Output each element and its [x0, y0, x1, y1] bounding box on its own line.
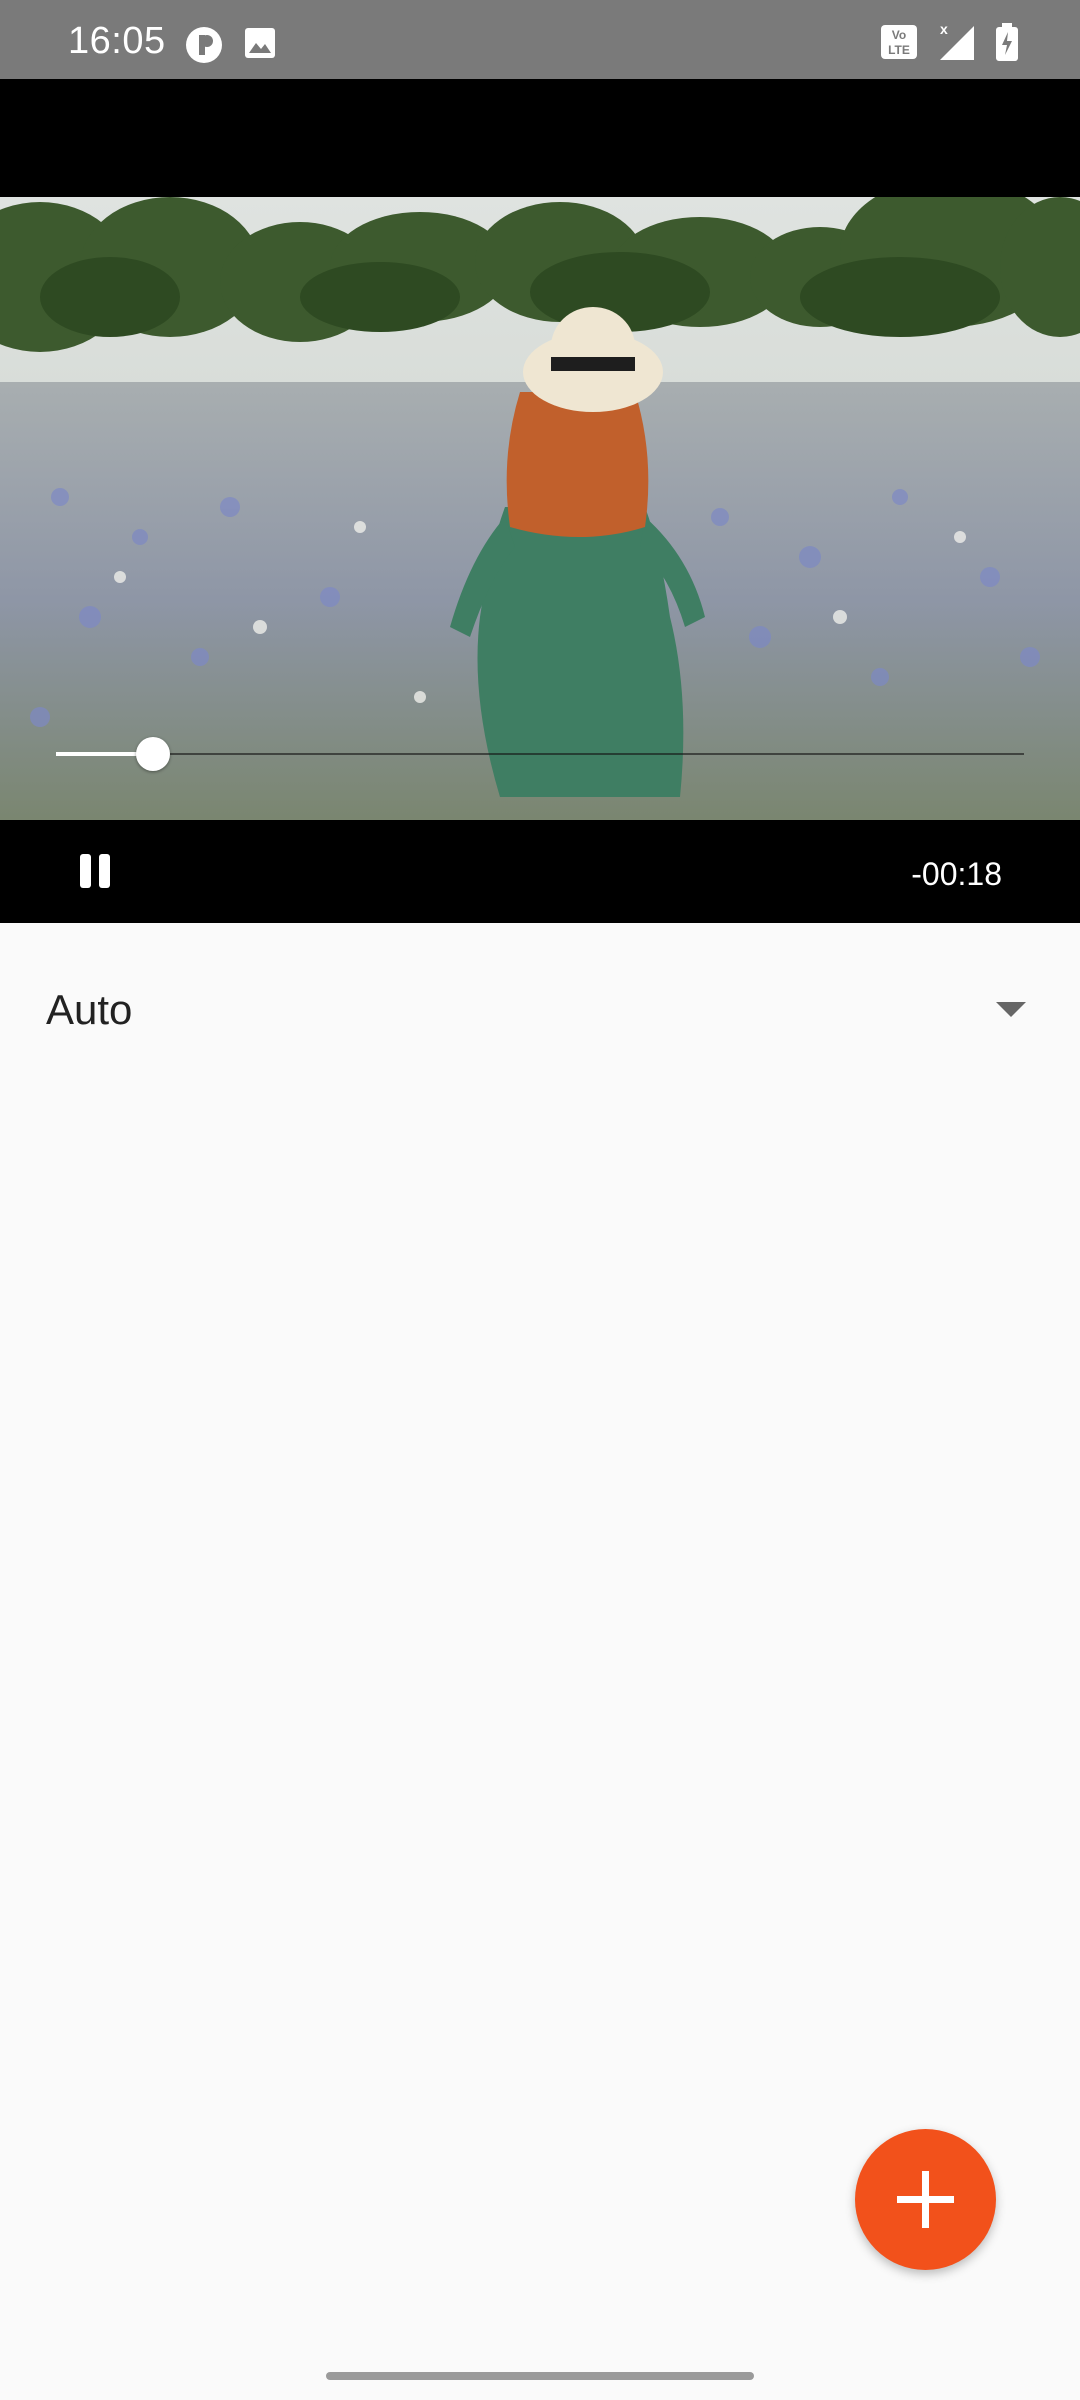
svg-text:x: x: [940, 22, 948, 37]
svg-text:LTE: LTE: [888, 43, 910, 57]
seek-track[interactable]: [56, 753, 1024, 755]
video-letterbox-top: [0, 79, 1080, 197]
video-frame-image: [0, 197, 1080, 820]
image-icon: [243, 26, 277, 69]
time-remaining: -00:18: [911, 856, 1002, 892]
plus-icon: [897, 2171, 954, 2228]
svg-text:Vo: Vo: [892, 28, 906, 42]
app-circle-icon: [185, 26, 223, 69]
signal-icon: x: [936, 21, 976, 67]
volte-icon: Vo LTE: [880, 24, 918, 65]
quality-dropdown[interactable]: Auto: [0, 960, 1080, 1060]
pause-icon: [80, 854, 91, 888]
seek-thumb[interactable]: [136, 737, 170, 771]
pause-icon-bar: [99, 854, 110, 888]
video-player[interactable]: [0, 197, 1080, 820]
quality-dropdown-value: Auto: [46, 986, 133, 1033]
pause-button[interactable]: [62, 838, 128, 904]
status-notification-icons: [185, 26, 277, 69]
add-button[interactable]: [855, 2129, 996, 2270]
chevron-down-icon: [996, 1002, 1026, 1017]
status-time: 16:05: [68, 20, 166, 62]
home-indicator[interactable]: [326, 2372, 754, 2380]
status-bar: 16:05 Vo LTE x: [0, 0, 1080, 79]
video-controls: -00:18: [0, 820, 1080, 923]
battery-charging-icon: [994, 22, 1020, 67]
status-system-icons: Vo LTE x: [880, 21, 1020, 67]
